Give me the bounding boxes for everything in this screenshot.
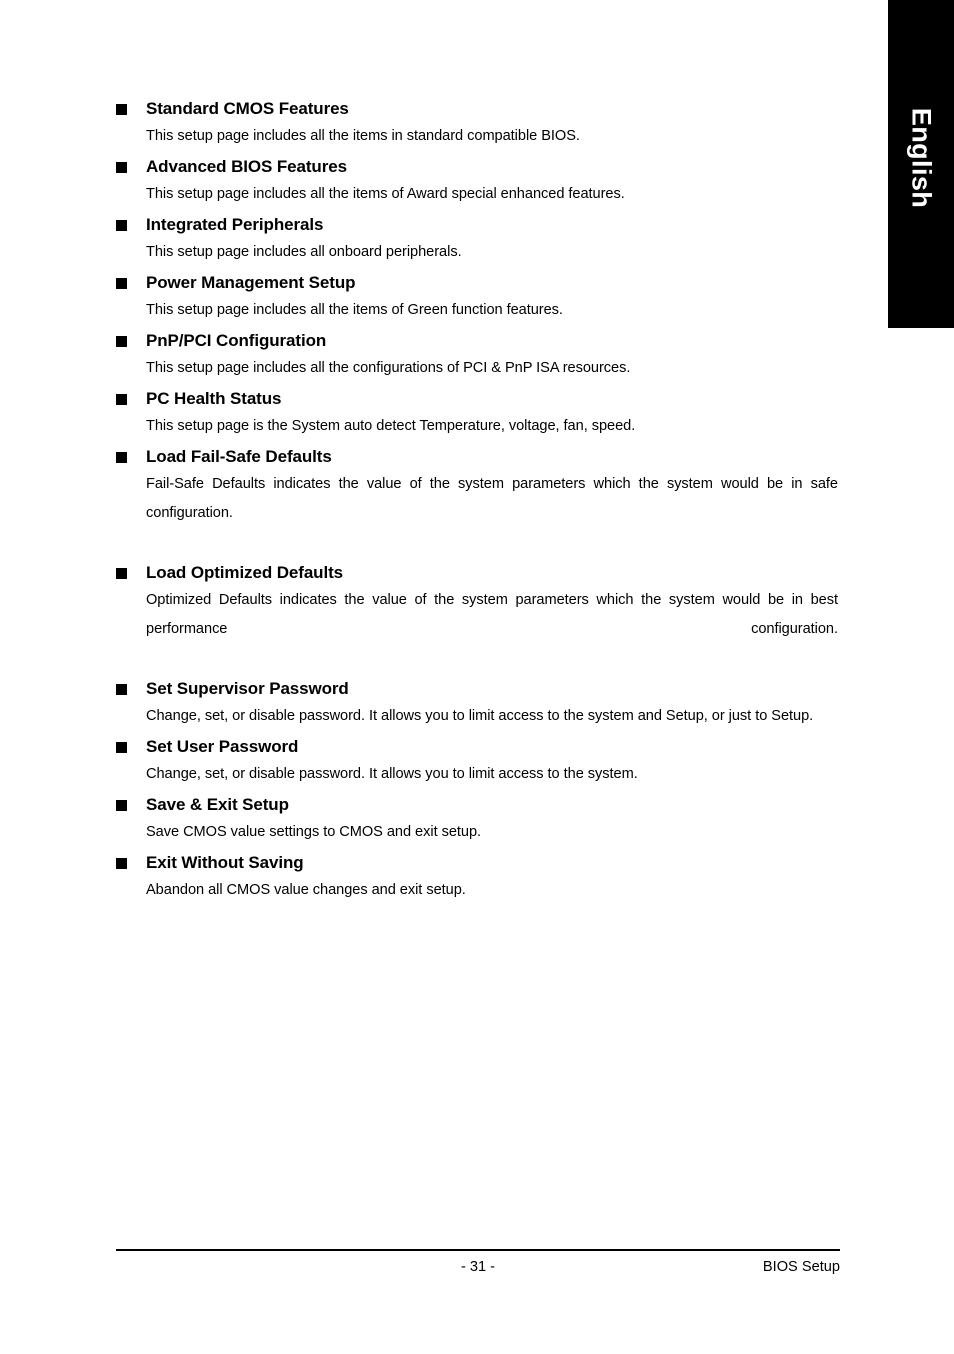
feature-entry: Exit Without Saving Abandon all CMOS valu… — [116, 849, 838, 905]
square-bullet-icon — [116, 684, 127, 695]
square-bullet-icon — [116, 742, 127, 753]
feature-entry: Save & Exit Setup Save CMOS value setting… — [116, 791, 838, 847]
feature-description: This setup page includes all the items o… — [146, 302, 563, 318]
page-footer: - 31 - BIOS Setup — [116, 1249, 840, 1281]
feature-description: This setup page includes all onboard per… — [146, 244, 462, 260]
feature-heading: Standard CMOS Features — [116, 95, 838, 122]
feature-description: This setup page includes all the configu… — [146, 360, 631, 376]
feature-heading: PnP/PCI Configuration — [116, 327, 838, 354]
feature-heading: Load Fail-Safe Defaults — [116, 443, 838, 470]
feature-heading-label: PC Health Status — [146, 389, 282, 408]
footer-section-name: BIOS Setup — [762, 1259, 840, 1275]
feature-heading-label: Load Fail-Safe Defaults — [146, 447, 332, 466]
feature-heading-label: PnP/PCI Configuration — [146, 331, 327, 350]
square-bullet-icon — [116, 452, 127, 463]
square-bullet-icon — [116, 220, 127, 231]
square-bullet-icon — [116, 800, 127, 811]
page-content: Standard CMOS Features This setup page in… — [116, 95, 838, 907]
square-bullet-icon — [116, 104, 127, 115]
feature-entry: Advanced BIOS Features This setup page in… — [116, 153, 838, 209]
feature-heading: PC Health Status — [116, 385, 838, 412]
square-bullet-icon — [116, 858, 127, 869]
feature-entry: Integrated Peripherals This setup page in… — [116, 211, 838, 267]
square-bullet-icon — [116, 336, 127, 347]
language-tab-label: English — [906, 107, 937, 209]
language-tab: English — [888, 0, 954, 328]
feature-description: Optimized Defaults indicates the value o… — [146, 592, 838, 637]
feature-heading-label: Set Supervisor Password — [146, 679, 349, 698]
footer-page-number: - 31 - — [460, 1259, 496, 1275]
feature-entry: Load Fail-Safe Defaults Fail-Safe Default… — [116, 443, 838, 557]
feature-entry: PnP/PCI Configuration This setup page inc… — [116, 327, 838, 383]
footer-divider — [116, 1249, 840, 1251]
feature-description: Change, set, or disable password. It all… — [146, 766, 638, 782]
feature-heading-label: Exit Without Saving — [146, 853, 304, 872]
feature-heading-label: Load Optimized Defaults — [146, 563, 343, 582]
feature-heading-label: Advanced BIOS Features — [146, 157, 347, 176]
feature-heading: Exit Without Saving — [116, 849, 838, 876]
feature-heading: Save & Exit Setup — [116, 791, 838, 818]
feature-heading: Set User Password — [116, 733, 838, 760]
feature-heading-label: Integrated Peripherals — [146, 215, 324, 234]
feature-heading: Load Optimized Defaults — [116, 559, 838, 586]
feature-heading: Set Supervisor Password — [116, 675, 838, 702]
feature-entry: Load Optimized Defaults Optimized Default… — [116, 559, 838, 673]
square-bullet-icon — [116, 568, 127, 579]
feature-heading-label: Set User Password — [146, 737, 299, 756]
feature-entry: Set User Password Change, set, or disable… — [116, 733, 838, 789]
square-bullet-icon — [116, 278, 127, 289]
feature-entry: Power Management Setup This setup page in… — [116, 269, 838, 325]
feature-description: Save CMOS value settings to CMOS and exi… — [146, 824, 482, 840]
feature-entry: PC Health Status This setup page is the S… — [116, 385, 838, 441]
feature-heading-label: Save & Exit Setup — [146, 795, 289, 814]
feature-description: Fail-Safe Defaults indicates the value o… — [146, 476, 838, 521]
feature-description: This setup page is the System auto detec… — [146, 418, 636, 434]
feature-entry: Set Supervisor Password Change, set, or d… — [116, 675, 838, 731]
footer-row: - 31 - BIOS Setup — [116, 1253, 840, 1281]
square-bullet-icon — [116, 162, 127, 173]
feature-entry: Standard CMOS Features This setup page in… — [116, 95, 838, 151]
feature-description: Abandon all CMOS value changes and exit … — [146, 882, 466, 898]
feature-heading: Integrated Peripherals — [116, 211, 838, 238]
square-bullet-icon — [116, 394, 127, 405]
feature-heading-label: Power Management Setup — [146, 273, 356, 292]
feature-description: This setup page includes all the items i… — [146, 128, 580, 144]
feature-description: This setup page includes all the items o… — [146, 186, 625, 202]
feature-description: Change, set, or disable password. It all… — [146, 708, 814, 724]
feature-heading-label: Standard CMOS Features — [146, 99, 349, 118]
feature-heading: Advanced BIOS Features — [116, 153, 838, 180]
feature-heading: Power Management Setup — [116, 269, 838, 296]
